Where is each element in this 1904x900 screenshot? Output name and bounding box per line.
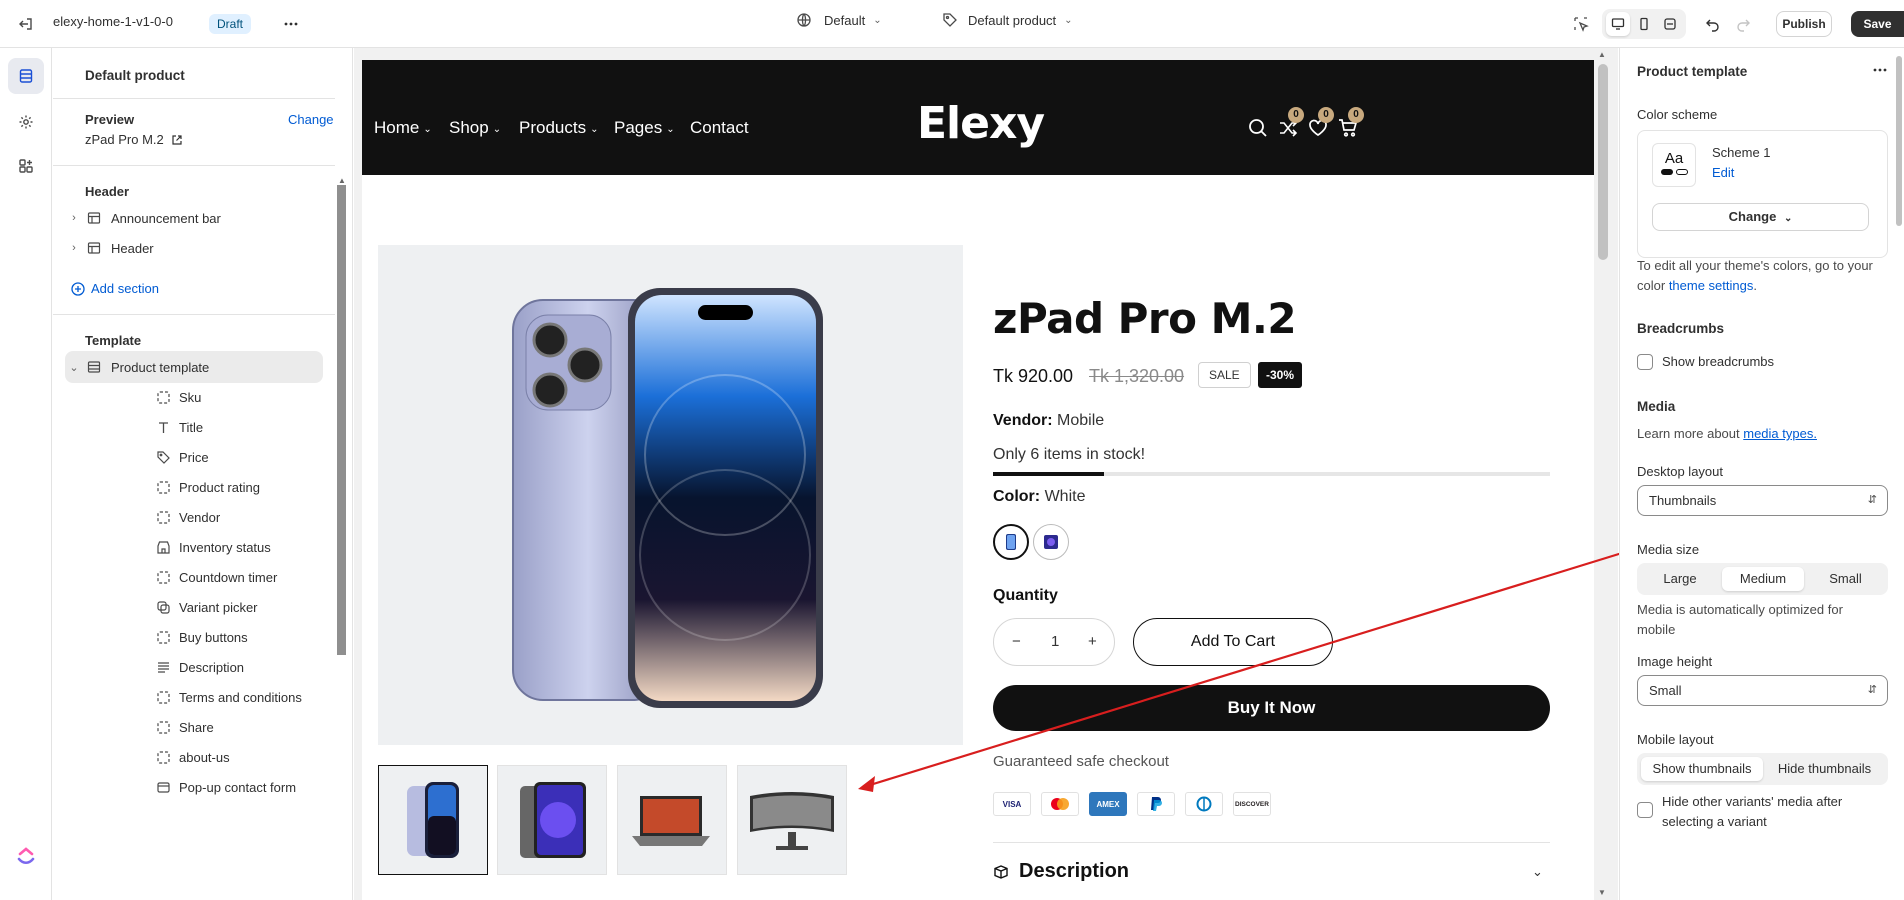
mobile-hide-thumbnails[interactable]: Hide thumbnails xyxy=(1765,757,1884,781)
more-options-icon[interactable] xyxy=(1872,62,1888,81)
scheme-change-label: Change xyxy=(1728,209,1777,224)
media-size-note: Media is automatically optimized for mob… xyxy=(1637,602,1843,637)
mobile-layout-label: Mobile layout xyxy=(1637,732,1714,747)
media-heading: Media xyxy=(1637,399,1676,414)
scheme-note: To edit all your theme's colors, go to y… xyxy=(1637,258,1873,293)
media-size-large[interactable]: Large xyxy=(1641,567,1719,591)
desktop-layout-value: Thumbnails xyxy=(1649,493,1717,508)
scheme-edit-link[interactable]: Edit xyxy=(1712,165,1734,180)
settings-panel: Product template Color scheme Aa Scheme … xyxy=(1619,48,1904,900)
media-size-label: Media size xyxy=(1637,542,1700,557)
media-types-link[interactable]: media types. xyxy=(1743,426,1817,441)
hide-variants-label: Hide other variants' media after selecti… xyxy=(1662,794,1843,829)
image-height-label: Image height xyxy=(1637,654,1713,669)
scheme-name: Scheme 1 xyxy=(1712,145,1771,160)
show-breadcrumbs-checkbox[interactable] xyxy=(1637,354,1653,370)
scheme-preview: Aa xyxy=(1652,143,1696,187)
hide-variants-checkbox[interactable] xyxy=(1637,802,1653,818)
theme-settings-link[interactable]: theme settings xyxy=(1669,278,1754,293)
mobile-layout-segmented: Show thumbnails Hide thumbnails xyxy=(1637,753,1888,785)
media-learn-text: Learn more about xyxy=(1637,426,1740,441)
media-size-segmented: Large Medium Small xyxy=(1637,563,1888,595)
preview-scrollbar-thumb[interactable] xyxy=(1598,64,1608,260)
select-arrows-icon: ⇵ xyxy=(1867,684,1877,696)
media-size-small[interactable]: Small xyxy=(1807,567,1884,591)
show-breadcrumbs-label: Show breadcrumbs xyxy=(1662,354,1774,369)
chevron-down-icon: ⌄ xyxy=(1783,213,1793,224)
media-learn-more: Learn more about media types. xyxy=(1637,424,1877,444)
scheme-swatches xyxy=(1653,169,1695,175)
scheme-change-button[interactable]: Change ⌄ xyxy=(1652,203,1869,231)
scheme-sample-text: Aa xyxy=(1664,150,1684,167)
scheme-swatch xyxy=(1660,169,1673,175)
scheme-swatch xyxy=(1675,169,1688,175)
scroll-down-arrow-icon[interactable]: ▼ xyxy=(1598,888,1606,897)
desktop-layout-select[interactable]: Thumbnails ⇵ xyxy=(1637,485,1888,516)
image-height-value: Small xyxy=(1649,683,1682,698)
image-height-select[interactable]: Small ⇵ xyxy=(1637,675,1888,706)
scroll-up-arrow-icon[interactable]: ▲ xyxy=(1598,50,1606,59)
select-arrows-icon: ⇵ xyxy=(1867,494,1877,506)
panel-title: Product template xyxy=(1637,64,1748,79)
panel-scrollbar-thumb[interactable] xyxy=(1896,56,1902,226)
color-scheme-card: Aa Scheme 1 Edit Change ⌄ xyxy=(1637,130,1888,258)
breadcrumbs-heading: Breadcrumbs xyxy=(1637,321,1725,336)
desktop-layout-label: Desktop layout xyxy=(1637,464,1723,479)
mobile-show-thumbnails[interactable]: Show thumbnails xyxy=(1641,757,1763,781)
media-size-medium[interactable]: Medium xyxy=(1722,567,1804,591)
color-scheme-label: Color scheme xyxy=(1637,107,1718,122)
